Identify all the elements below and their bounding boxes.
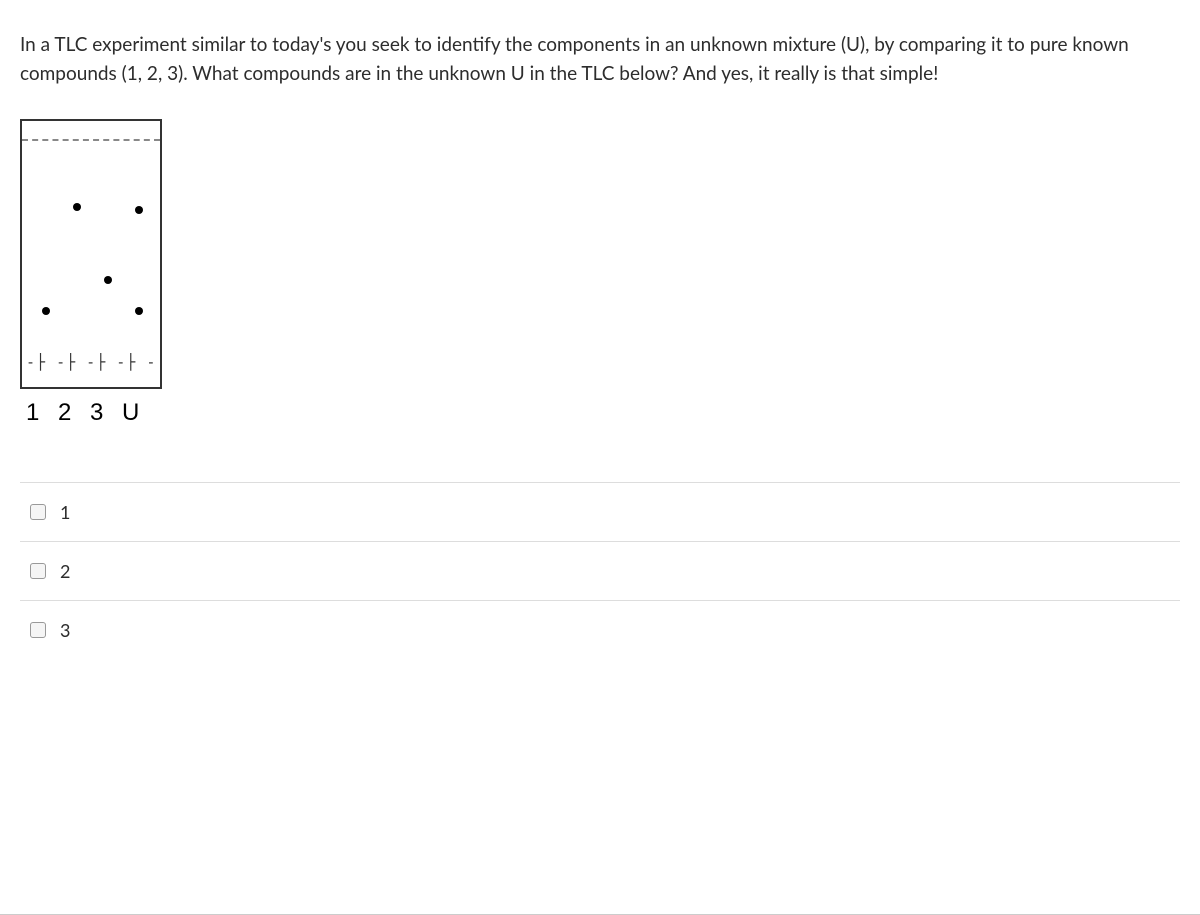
- spot-lane2-high: [73, 203, 81, 211]
- lane-labels: 1 2 3 U: [20, 399, 1180, 427]
- tlc-diagram: -├ -├ -├ -├ - 1 2 3 U: [20, 119, 1180, 427]
- option-row-2[interactable]: 2: [20, 542, 1180, 601]
- question-text: In a TLC experiment similar to today's y…: [20, 30, 1180, 89]
- spot-lane3-mid: [104, 276, 112, 284]
- option-row-1[interactable]: 1: [20, 483, 1180, 542]
- solvent-front-line: [22, 139, 160, 141]
- tlc-plate: -├ -├ -├ -├ -: [20, 119, 162, 389]
- spot-lane1-low: [42, 307, 50, 315]
- option-label-3: 3: [60, 619, 70, 641]
- question-container: In a TLC experiment similar to today's y…: [0, 0, 1200, 915]
- spot-laneU-high: [135, 206, 143, 214]
- checkbox-3[interactable]: [30, 622, 46, 638]
- checkbox-2[interactable]: [30, 563, 46, 579]
- option-label-2: 2: [60, 560, 70, 582]
- checkbox-1[interactable]: [30, 504, 46, 520]
- spot-laneU-low: [135, 307, 143, 315]
- option-row-3[interactable]: 3: [20, 601, 1180, 659]
- options-list: 1 2 3: [20, 482, 1180, 659]
- option-label-1: 1: [60, 501, 70, 523]
- baseline-marks: -├ -├ -├ -├ -: [26, 353, 160, 371]
